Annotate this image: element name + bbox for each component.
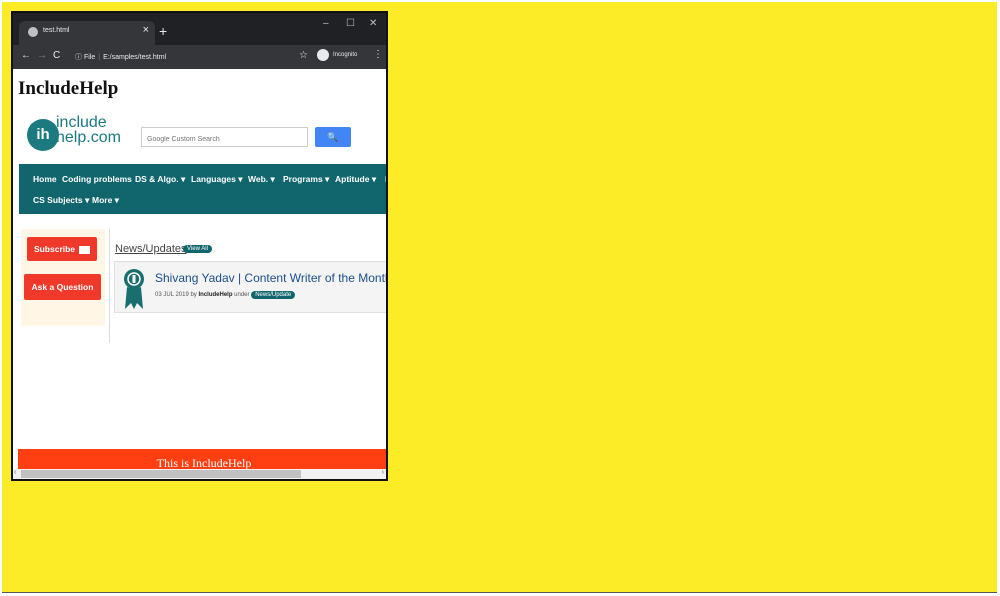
nav-truncated-item[interactable]: I	[385, 174, 386, 184]
logo-text[interactable]: include help.com	[56, 114, 121, 146]
url-scheme: File	[83, 54, 96, 61]
nav-home[interactable]: Home	[33, 174, 57, 184]
logo-line-2: help.com	[56, 129, 121, 146]
article-under: under	[234, 292, 250, 298]
url-field[interactable]: ⓘ File | E:/samples/test.html	[75, 52, 166, 62]
sidebar-panel: Subscribe Ask a Question	[21, 229, 105, 326]
tab-title: test.html	[43, 27, 70, 34]
info-icon[interactable]: ⓘ	[75, 54, 82, 61]
new-tab-icon[interactable]: +	[159, 23, 167, 39]
envelope-icon	[79, 245, 91, 254]
browser-tab[interactable]: test.html ×	[19, 21, 155, 45]
page-heading: IncludeHelp	[18, 78, 119, 99]
minimize-icon[interactable]: –	[323, 18, 329, 29]
scroll-left-icon[interactable]: ‹	[14, 469, 16, 476]
nav-cs-subjects[interactable]: CS Subjects ▾	[33, 195, 89, 206]
horizontal-scrollbar[interactable]: ‹ ›	[13, 469, 386, 479]
nav-web[interactable]: Web. ▾	[248, 174, 275, 185]
article-title-link[interactable]: Shivang Yadav | Content Writer of the Mo…	[155, 271, 386, 285]
url-text: E:/samples/test.html	[103, 54, 167, 61]
nav-coding-problems[interactable]: Coding problems	[62, 174, 132, 184]
maximize-icon[interactable]: ☐	[346, 18, 355, 29]
address-bar: ← → C ⓘ File | E:/samples/test.html ☆ Inco…	[13, 45, 386, 69]
close-window-icon[interactable]: ✕	[369, 18, 377, 29]
web-page: IncludeHelp ih include help.com 🔍 Home C…	[13, 69, 386, 479]
bottom-border	[2, 592, 997, 593]
article-date: 03 JUL 2019 by	[155, 292, 197, 298]
ask-question-button[interactable]: Ask a Question	[24, 274, 101, 300]
reload-icon[interactable]: C	[53, 50, 60, 61]
nav-programs[interactable]: Programs ▾	[283, 174, 329, 185]
tab-close-icon[interactable]: ×	[143, 24, 149, 36]
bookmark-star-icon[interactable]: ☆	[299, 50, 308, 61]
includehelp-logo-icon[interactable]: ih	[27, 119, 59, 151]
news-card: Shivang Yadav | Content Writer of the Mo…	[114, 261, 386, 313]
title-bar: test.html × + – ☐ ✕	[13, 13, 386, 45]
article-tag[interactable]: News/Update	[251, 291, 296, 299]
back-icon[interactable]: ←	[21, 50, 31, 61]
subscribe-label: Subscribe	[33, 244, 76, 254]
incognito-label: Incognito	[333, 52, 358, 58]
nav-ds-algo[interactable]: DS & Algo. ▾	[135, 174, 185, 185]
view-all-badge[interactable]: View All	[183, 245, 212, 253]
article-meta: 03 JUL 2019 by IncludeHelp under News/Up…	[155, 291, 296, 299]
globe-icon	[28, 27, 38, 37]
search-box[interactable]	[141, 127, 309, 149]
forward-icon[interactable]: →	[37, 50, 47, 61]
award-ribbon-icon	[124, 269, 144, 309]
nav-languages[interactable]: Languages ▾	[191, 174, 243, 185]
menu-dots-icon[interactable]: ⋮	[373, 49, 383, 60]
logo-line-1: include	[56, 114, 107, 131]
scroll-right-icon[interactable]: ›	[382, 469, 384, 476]
search-button[interactable]: 🔍	[315, 127, 351, 147]
article-author[interactable]: IncludeHelp	[198, 292, 232, 298]
browser-window: test.html × + – ☐ ✕ ← → C ⓘ File | E:/samp…	[11, 11, 388, 481]
news-updates-heading[interactable]: News/Updates	[115, 243, 187, 255]
subscribe-button[interactable]: Subscribe	[27, 237, 97, 261]
main-navigation: Home Coding problems DS & Algo. ▾ Langua…	[19, 164, 386, 214]
nav-aptitude[interactable]: Aptitude ▾	[335, 174, 376, 185]
incognito-icon[interactable]	[317, 49, 329, 61]
nav-more[interactable]: More ▾	[92, 195, 119, 206]
search-input[interactable]	[145, 130, 309, 149]
divider	[109, 229, 110, 343]
scrollbar-thumb[interactable]	[21, 470, 301, 478]
